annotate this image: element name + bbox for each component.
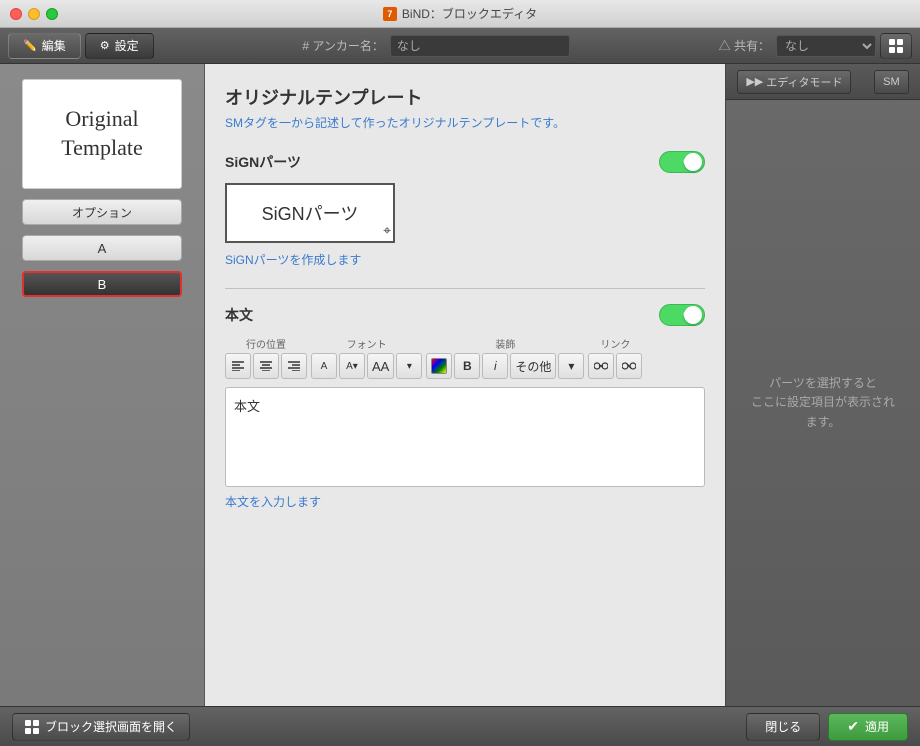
sign-section: SiGNパーツ ON SiGNパーツ ⌖ SiGNパーツを作成します <box>225 151 705 268</box>
other-decoration-btn[interactable]: その他 <box>510 353 556 379</box>
right-sidebar: ▶▶ エディタモード SM パーツを選択すると ここに設定項目が表示されます。 <box>725 64 920 706</box>
decoration-group: 装飾 B i その他 ▾ <box>426 336 584 379</box>
panel-subtitle: SMタグを一から記述して作ったオリジナルテンプレートです。 <box>225 114 705 131</box>
close-button[interactable]: 閉じる <box>746 713 820 741</box>
link-btns <box>588 353 642 379</box>
font-btns: A A▾ AA ▾ <box>311 353 422 379</box>
maximize-window-btn[interactable] <box>46 8 58 20</box>
text-section-header: 本文 ON <box>225 304 705 326</box>
italic-btn[interactable]: i <box>482 353 508 379</box>
share-select[interactable]: なし <box>776 35 876 57</box>
open-block-button[interactable]: ブロック選択画面を開く <box>12 713 190 741</box>
sign-part-preview: SiGNパーツ ⌖ <box>225 183 395 243</box>
color-btn[interactable] <box>426 353 452 379</box>
anchor-area: # アンカー名： <box>158 35 715 57</box>
decoration-btns: B i その他 ▾ <box>426 353 584 379</box>
unlink-btn[interactable] <box>616 353 642 379</box>
panel-title: オリジナルテンプレート <box>225 84 705 110</box>
other-dropdown-btn[interactable]: ▾ <box>558 353 584 379</box>
share-label: △ 共有： <box>719 37 770 54</box>
font-size-large-dropdown-btn[interactable]: ▾ <box>396 353 422 379</box>
color-swatch <box>431 358 447 374</box>
title-text: BiND：ブロックエディタ <box>402 5 537 22</box>
link-btn[interactable] <box>588 353 614 379</box>
link-group: リンク <box>588 336 642 379</box>
option-button[interactable]: オプション <box>22 199 182 225</box>
text-section-title: 本文 <box>225 305 253 325</box>
sign-toggle[interactable]: ON <box>659 151 705 173</box>
row-position-label: 行の位置 <box>225 336 307 351</box>
edit-button[interactable]: ✏️ 編集 <box>8 33 81 59</box>
text-section: 本文 ON 行の位置 <box>225 304 705 510</box>
divider <box>225 288 705 289</box>
right-info: パーツを選択すると ここに設定項目が表示されます。 <box>726 100 920 706</box>
share-area: △ 共有： なし <box>719 35 876 57</box>
template-preview: Original Template <box>22 79 182 189</box>
font-size-large-btn[interactable]: AA <box>367 353 394 379</box>
text-area[interactable]: 本文 <box>225 387 705 487</box>
anchor-input[interactable] <box>390 35 570 57</box>
sign-section-title: SiGNパーツ <box>225 152 301 172</box>
text-link[interactable]: 本文を入力します <box>225 493 705 510</box>
align-left-btn[interactable] <box>225 353 251 379</box>
top-toolbar: ✏️ 編集 ⚙ 設定 # アンカー名： △ 共有： なし <box>0 28 920 64</box>
editor-mode-icon: ▶▶ <box>746 75 763 88</box>
text-toolbar: 行の位置 フォント <box>225 336 705 379</box>
row-position-btns <box>225 353 307 379</box>
close-window-btn[interactable] <box>10 8 22 20</box>
checkmark-icon: ✔ <box>847 718 859 735</box>
font-size-small-btn[interactable]: A <box>311 353 337 379</box>
font-size-dropdown-btn[interactable]: A▾ <box>339 353 365 379</box>
center-panel: オリジナルテンプレート SMタグを一から記述して作ったオリジナルテンプレートです… <box>205 64 725 706</box>
sign-section-header: SiGNパーツ ON <box>225 151 705 173</box>
minimize-window-btn[interactable] <box>28 8 40 20</box>
align-center-btn[interactable] <box>253 353 279 379</box>
tab-a-button[interactable]: A <box>22 235 182 261</box>
align-right-btn[interactable] <box>281 353 307 379</box>
main-layout: Original Template オプション A B オリジナルテンプレート … <box>0 64 920 706</box>
grid-icon-button[interactable] <box>880 33 912 59</box>
apply-button[interactable]: ✔ 適用 <box>828 713 908 741</box>
tab-b-button[interactable]: B <box>22 271 182 297</box>
template-preview-text: Original Template <box>61 105 143 162</box>
right-top-bar: ▶▶ エディタモード SM <box>726 64 920 100</box>
font-label: フォント <box>311 336 422 351</box>
window-title: 7 BiND：ブロックエディタ <box>383 5 537 22</box>
text-toggle[interactable]: ON <box>659 304 705 326</box>
link-label: リンク <box>588 336 642 351</box>
settings-button[interactable]: ⚙ 設定 <box>85 33 154 59</box>
editor-mode-button[interactable]: ▶▶ エディタモード <box>737 70 851 94</box>
font-group: フォント A A▾ AA ▾ <box>311 336 422 379</box>
text-toggle-knob <box>684 306 702 324</box>
window-controls <box>10 8 58 20</box>
app-icon: 7 <box>383 7 397 21</box>
sign-preview-text: SiGNパーツ <box>262 200 359 226</box>
decoration-label: 装飾 <box>426 336 584 351</box>
bottom-right-buttons: 閉じる ✔ 適用 <box>746 713 908 741</box>
sign-toggle-knob <box>684 153 702 171</box>
title-bar: 7 BiND：ブロックエディタ <box>0 0 920 28</box>
bottom-bar: ブロック選択画面を開く 閉じる ✔ 適用 <box>0 706 920 746</box>
sign-corner-icon: ⌖ <box>383 222 391 239</box>
anchor-label: # アンカー名： <box>302 37 384 54</box>
row-position-group: 行の位置 <box>225 336 307 379</box>
sm-button[interactable]: SM <box>874 70 909 94</box>
sign-link[interactable]: SiGNパーツを作成します <box>225 251 705 268</box>
left-sidebar: Original Template オプション A B <box>0 64 205 706</box>
bold-btn[interactable]: B <box>454 353 480 379</box>
